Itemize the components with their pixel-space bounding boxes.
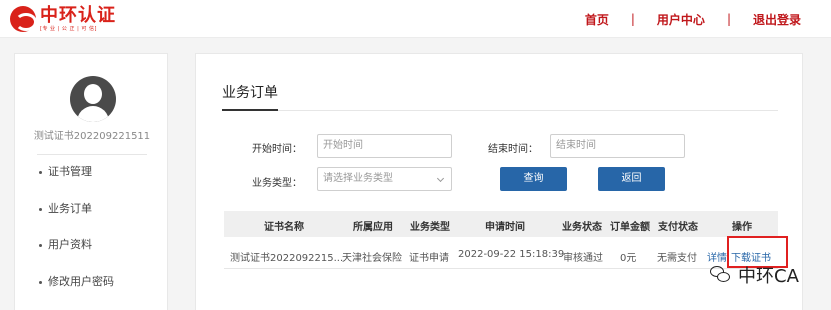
nav-user-center[interactable]: 用户中心 <box>657 11 705 28</box>
sidebar-menu: 证书管理 业务订单 用户资料 修改用户密码 <box>39 164 114 310</box>
cell-pay-status: 无需支付 <box>657 253 697 264</box>
sidebar-item-orders[interactable]: 业务订单 <box>39 201 114 238</box>
business-type-select[interactable]: 请选择业务类型 <box>317 167 452 191</box>
end-time-input[interactable]: 结束时间 <box>550 134 685 158</box>
top-header: 中环认证 [专 业 | 公 正 | 可 信] 首页 | 用户中心 | 退出登录 <box>0 0 831 38</box>
table-header: 证书名称 所属应用 业务类型 申请时间 业务状态 订单金额 支付状态 操作 <box>224 211 778 237</box>
col-header: 操作 <box>732 222 752 233</box>
sidebar: 测试证书202209221511 证书管理 业务订单 用户资料 修改用户密码 <box>14 53 168 310</box>
bullet-icon <box>39 244 42 247</box>
wechat-icon <box>710 266 732 284</box>
username: 测试证书202209221511 <box>33 131 151 142</box>
cell-app: 天津社会保险 <box>342 253 402 264</box>
col-header: 订单金额 <box>610 222 650 233</box>
nav-separator: | <box>630 12 635 26</box>
nav-home[interactable]: 首页 <box>585 11 609 28</box>
nav-logout[interactable]: 退出登录 <box>753 11 801 28</box>
sidebar-item-profile[interactable]: 用户资料 <box>39 237 114 274</box>
chevron-down-icon <box>436 174 445 183</box>
sidebar-item-cert-management[interactable]: 证书管理 <box>39 164 114 201</box>
logo-subtitle: [专 业 | 公 正 | 可 信] <box>40 25 97 32</box>
nav-separator: | <box>726 12 731 26</box>
col-header: 所属应用 <box>353 222 393 233</box>
cell-time: 2022-09-22 15:18:39 <box>458 249 565 260</box>
bullet-icon <box>39 280 42 284</box>
bullet-icon <box>39 207 42 211</box>
avatar-icon <box>70 76 116 122</box>
cell-type: 证书申请 <box>409 253 449 264</box>
start-time-label: 开始时间： <box>252 144 302 155</box>
logo-title: 中环认证 <box>40 4 116 26</box>
cell-status: 审核通过 <box>563 253 603 264</box>
col-header: 业务状态 <box>562 222 602 233</box>
top-nav: 首页 | 用户中心 | 退出登录 <box>585 0 801 38</box>
title-divider <box>222 110 778 111</box>
sidebar-item-change-password[interactable]: 修改用户密码 <box>39 274 114 310</box>
watermark: 中环CA <box>710 262 799 288</box>
cell-amount: 0元 <box>620 253 637 264</box>
table-row: 测试证书2022092215... 天津社会保险 证书申请 2022-09-22… <box>224 239 778 269</box>
business-type-label: 业务类型： <box>252 178 302 189</box>
back-button[interactable]: 返回 <box>598 167 665 191</box>
page-title: 业务订单 <box>222 85 278 101</box>
col-header: 业务类型 <box>410 222 450 233</box>
search-button[interactable]: 查询 <box>500 167 567 191</box>
bullet-icon <box>39 171 42 174</box>
logo[interactable]: 中环认证 [专 业 | 公 正 | 可 信] <box>10 4 116 34</box>
col-header: 申请时间 <box>485 222 525 233</box>
sidebar-divider <box>37 154 147 155</box>
title-underline <box>222 109 278 111</box>
end-time-label: 结束时间： <box>488 144 538 155</box>
logo-icon <box>10 6 37 32</box>
start-time-input[interactable]: 开始时间 <box>317 134 452 158</box>
watermark-text: 中环CA <box>738 266 799 287</box>
cell-cert-name: 测试证书2022092215... <box>230 253 344 264</box>
col-header: 支付状态 <box>658 222 698 233</box>
col-header: 证书名称 <box>264 222 304 233</box>
